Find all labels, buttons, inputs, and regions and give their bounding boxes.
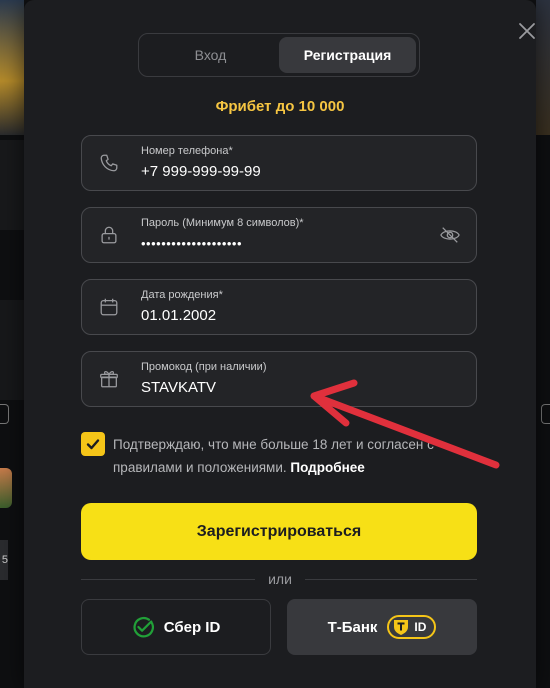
- background-tile: [0, 140, 24, 230]
- sber-id-label: Сбер ID: [163, 618, 221, 636]
- birthdate-field[interactable]: Дата рождения* 01.01.2002: [81, 279, 477, 335]
- tbank-id-text: ID: [414, 620, 427, 634]
- registration-modal: Вход Регистрация Фрибет до 10 000 Номер …: [24, 0, 536, 688]
- phone-field[interactable]: Номер телефона* +7 999-999-99-99: [81, 135, 477, 191]
- background-control: [0, 404, 9, 424]
- eye-off-icon[interactable]: [439, 225, 461, 245]
- background-tile: [0, 300, 24, 400]
- background-left-column: 5: [0, 0, 24, 688]
- agree-checkbox[interactable]: [81, 432, 105, 456]
- register-button[interactable]: Зарегистрироваться: [81, 503, 477, 560]
- phone-input[interactable]: +7 999-999-99-99: [141, 163, 261, 180]
- tbank-id-badge: ID: [387, 615, 437, 639]
- check-icon: [86, 439, 100, 450]
- password-field[interactable]: Пароль (Минимум 8 символов)* •••••••••••…: [81, 207, 477, 263]
- agree-text: Подтверждаю, что мне больше 18 лет и сог…: [113, 437, 434, 475]
- details-link[interactable]: Подробнее: [290, 460, 364, 475]
- auth-tabs: Вход Регистрация: [138, 33, 420, 77]
- tbank-id-button[interactable]: Т-Банк ID: [287, 599, 477, 655]
- sber-id-button[interactable]: Сбер ID: [81, 599, 271, 655]
- agree-text-block: Подтверждаю, что мне больше 18 лет и сог…: [113, 433, 483, 479]
- phone-icon: [100, 154, 118, 172]
- background-game-tile: [0, 0, 24, 135]
- promo-label: Промокод (при наличии): [141, 361, 267, 373]
- birthdate-label: Дата рождения*: [141, 289, 223, 301]
- password-input[interactable]: ••••••••••••••••••••: [141, 236, 242, 251]
- bonus-banner: Фрибет до 10 000: [215, 98, 345, 115]
- close-icon[interactable]: [518, 22, 536, 40]
- tbank-label: Т-Банк: [327, 618, 378, 636]
- promo-input[interactable]: STAVKATV: [141, 379, 216, 396]
- calendar-icon: [100, 298, 118, 316]
- background-number: 5: [0, 540, 8, 580]
- birthdate-input[interactable]: 01.01.2002: [141, 307, 216, 324]
- promo-field[interactable]: Промокод (при наличии) STAVKATV: [81, 351, 477, 407]
- or-separator: или: [268, 571, 292, 587]
- lock-icon: [101, 226, 117, 244]
- password-label: Пароль (Минимум 8 символов)*: [141, 217, 304, 229]
- tab-register[interactable]: Регистрация: [279, 37, 416, 73]
- background-control: [541, 404, 550, 424]
- sber-logo-icon: [133, 616, 154, 638]
- background-right-column: [536, 0, 550, 688]
- background-avatar: [0, 468, 12, 508]
- background-game-tile: [536, 0, 550, 135]
- gift-icon: [100, 371, 118, 388]
- tbank-shield-icon: [394, 620, 409, 635]
- tab-login[interactable]: Вход: [142, 37, 279, 73]
- phone-label: Номер телефона*: [141, 145, 233, 157]
